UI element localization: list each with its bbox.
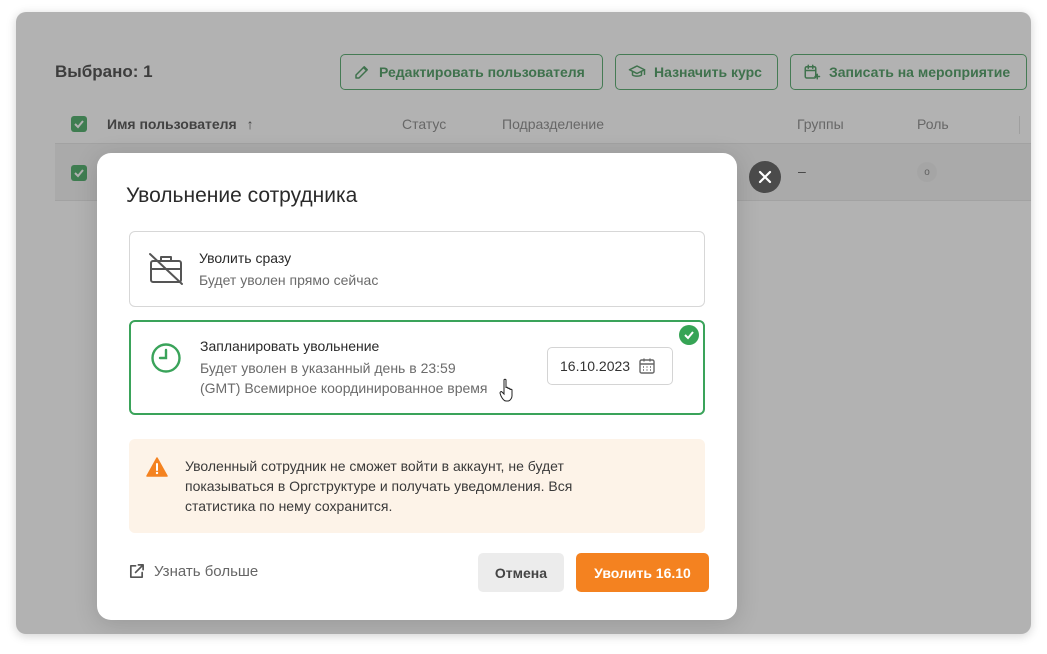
confirm-dismiss-button[interactable]: Уволить 16.10 [576, 553, 709, 592]
option-schedule-desc-line1: Будет уволен в указанный день в 23:59 [200, 360, 456, 376]
external-link-icon [129, 564, 144, 579]
selected-check-icon [679, 325, 699, 345]
app-window: Выбрано: 1 Редактировать пользователя На… [16, 12, 1031, 634]
warning-text: Уволенный сотрудник не сможет войти в ак… [185, 458, 573, 514]
briefcase-off-icon [149, 253, 183, 285]
option-dismiss-now[interactable]: Уволить сразу Будет уволен прямо сейчас [129, 231, 705, 307]
hand-cursor-icon [499, 378, 513, 402]
learn-more-link[interactable]: Узнать больше [128, 563, 258, 580]
option-dismiss-now-desc: Будет уволен прямо сейчас [199, 272, 379, 288]
warning-triangle-icon [146, 457, 168, 477]
modal-title: Увольнение сотрудника [126, 184, 358, 207]
warning-banner: Уволенный сотрудник не сможет войти в ак… [129, 439, 705, 533]
close-icon [758, 170, 772, 184]
dismiss-employee-modal: Увольнение сотрудника Уволить сразу Буде… [97, 153, 737, 620]
clock-icon [151, 343, 181, 373]
calendar-icon[interactable] [638, 357, 656, 375]
cancel-button[interactable]: Отмена [478, 553, 564, 592]
option-schedule-desc-line2: (GMT) Всемирное координированное время [200, 380, 488, 396]
option-dismiss-now-title: Уволить сразу [199, 250, 292, 266]
option-schedule-title: Запланировать увольнение [200, 338, 380, 354]
learn-more-label: Узнать больше [154, 563, 259, 580]
close-modal-button[interactable] [749, 161, 781, 193]
option-schedule-dismissal[interactable]: Запланировать увольнение Будет уволен в … [129, 320, 705, 415]
dismissal-date-input[interactable]: 16.10.2023 [547, 347, 673, 385]
dismissal-date-value: 16.10.2023 [560, 358, 631, 374]
